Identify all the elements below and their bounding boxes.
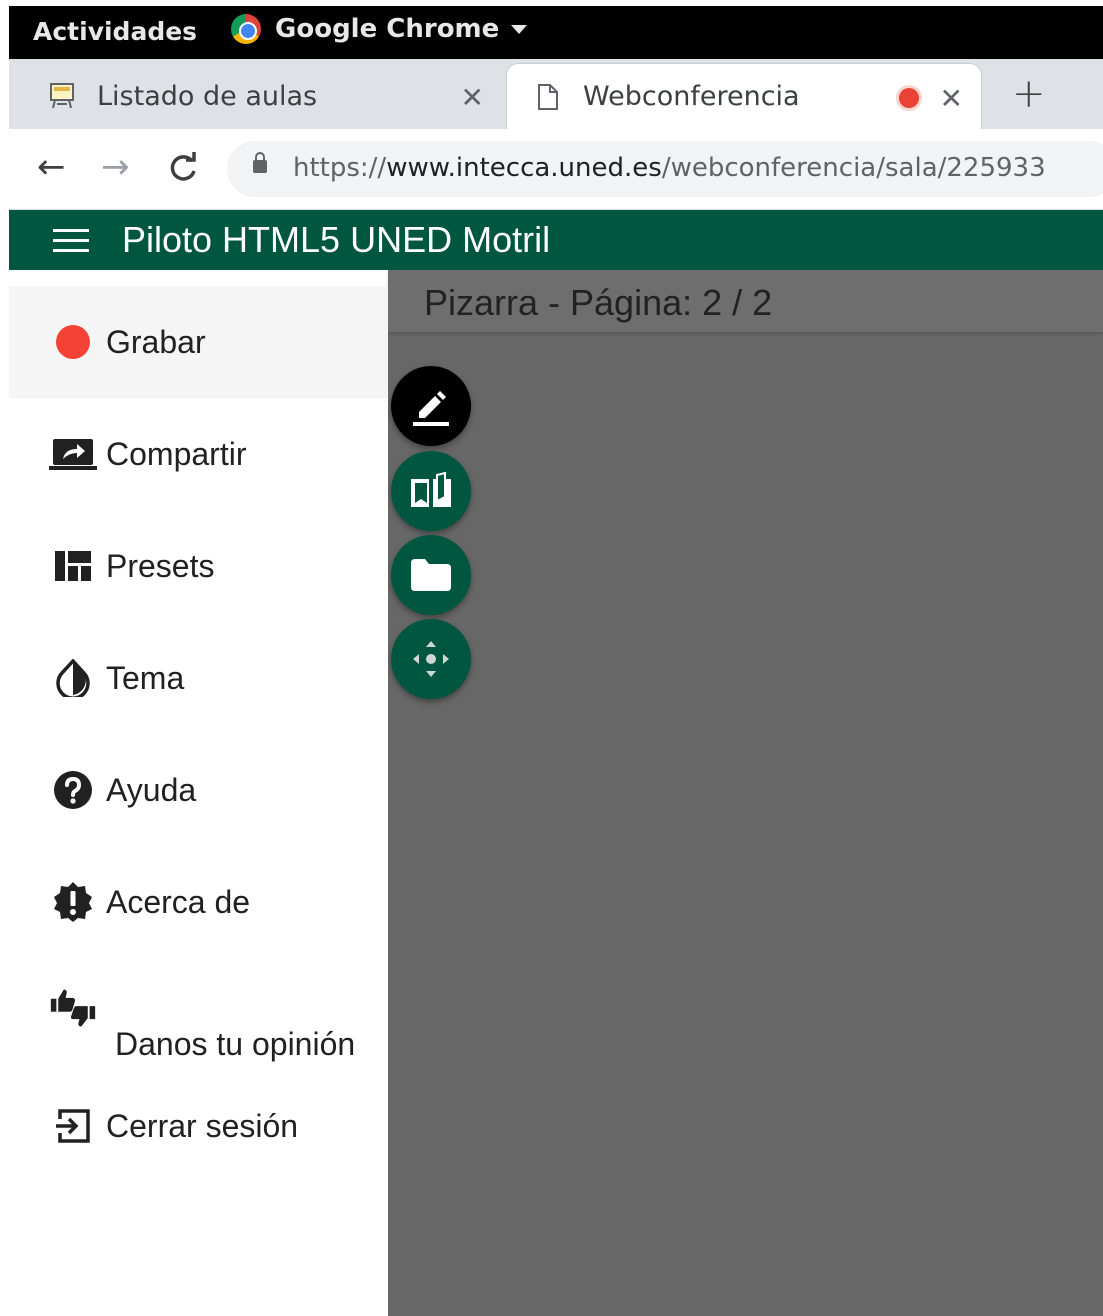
move-icon [413,641,449,677]
menu-item-presets[interactable]: Presets [9,510,388,622]
pencil-icon [413,391,449,426]
back-arrow-icon[interactable]: ← [37,147,66,187]
browser-toolbar: ← → https://www.intecca.uned.es/webconfe… [9,129,1103,210]
logout-icon [49,1106,97,1146]
menu-item-label: Presets [106,547,215,584]
whiteboard-title: Pizarra - Página: 2 / 2 [424,282,773,323]
tab-title: Listado de aulas [97,80,318,112]
help-icon [49,770,97,810]
edit-button[interactable] [391,366,471,446]
record-icon [49,322,97,362]
presets-icon [49,546,97,586]
app-menu[interactable]: Google Chrome [231,14,528,44]
url-text[interactable]: https://www.intecca.uned.es/webconferenc… [293,153,1046,183]
thumbs-icon [49,988,97,1028]
menu-item-cerrar-sesion[interactable]: Cerrar sesión [9,1070,388,1182]
activities-button[interactable]: Actividades [33,17,197,46]
forward-arrow-icon[interactable]: → [101,147,130,187]
menu-item-ayuda[interactable]: Ayuda [9,734,388,846]
menu-icon[interactable] [53,229,89,253]
tab-strip: Listado de aulas ✕ Webconferencia ✕ + [9,59,1103,129]
folder-button[interactable] [391,535,471,615]
menu-item-grabar[interactable]: Grabar [9,286,388,398]
whiteboard-area[interactable]: Pizarra - Página: 2 / 2 [388,270,1103,1316]
menu-item-label: Compartir [106,435,247,472]
share-screen-icon [49,434,97,474]
menu-item-label: Acerca de [106,883,251,920]
about-icon [49,882,97,922]
tab-close-icon[interactable]: ✕ [461,81,484,114]
book-button[interactable] [391,451,471,531]
menu-item-label: Grabar [106,323,206,360]
menu-item-label: Danos tu opinión [115,1026,356,1062]
gnome-top-bar: Actividades Google Chrome [9,6,1103,59]
reload-icon[interactable] [166,147,200,194]
new-tab-button[interactable]: + [1012,71,1046,117]
theme-icon [49,658,97,698]
tab-listado-de-aulas[interactable]: Listado de aulas ✕ [9,63,504,129]
app-title: Piloto HTML5 UNED Motril [122,219,551,260]
recording-indicator-icon [899,88,919,108]
url-path: /webconferencia/sala/225933 [661,153,1046,183]
tab-webconferencia[interactable]: Webconferencia ✕ [506,63,982,129]
tab-close-icon[interactable]: ✕ [940,82,963,115]
tab-title: Webconferencia [583,81,800,112]
side-drawer: Grabar Compartir Presets Tema Ayuda Acer… [9,286,388,1316]
classroom-icon [49,81,75,111]
move-button[interactable] [391,619,471,699]
menu-item-label: Tema [106,659,185,696]
app-menu-label: Google Chrome [275,14,500,44]
menu-item-label: Ayuda [106,771,197,808]
app-header: Piloto HTML5 UNED Motril [9,210,1103,270]
folder-icon [411,559,451,591]
lock-icon[interactable] [253,152,267,173]
menu-item-compartir[interactable]: Compartir [9,398,388,510]
book-icon [411,471,451,507]
page-icon [535,82,561,112]
url-scheme: https:// [293,153,387,183]
url-host: www.intecca.uned.es [386,153,662,183]
chrome-logo-icon [231,14,261,44]
whiteboard-header: Pizarra - Página: 2 / 2 [388,270,1103,332]
menu-item-label: Cerrar sesión [106,1107,299,1144]
address-bar[interactable]: https://www.intecca.uned.es/webconferenc… [227,141,1103,197]
menu-item-acerca-de[interactable]: Acerca de [9,846,388,958]
caret-down-icon [511,24,528,34]
menu-item-danos-tu-opinion[interactable]: Danos tu opinión [9,958,388,1070]
menu-item-tema[interactable]: Tema [9,622,388,734]
